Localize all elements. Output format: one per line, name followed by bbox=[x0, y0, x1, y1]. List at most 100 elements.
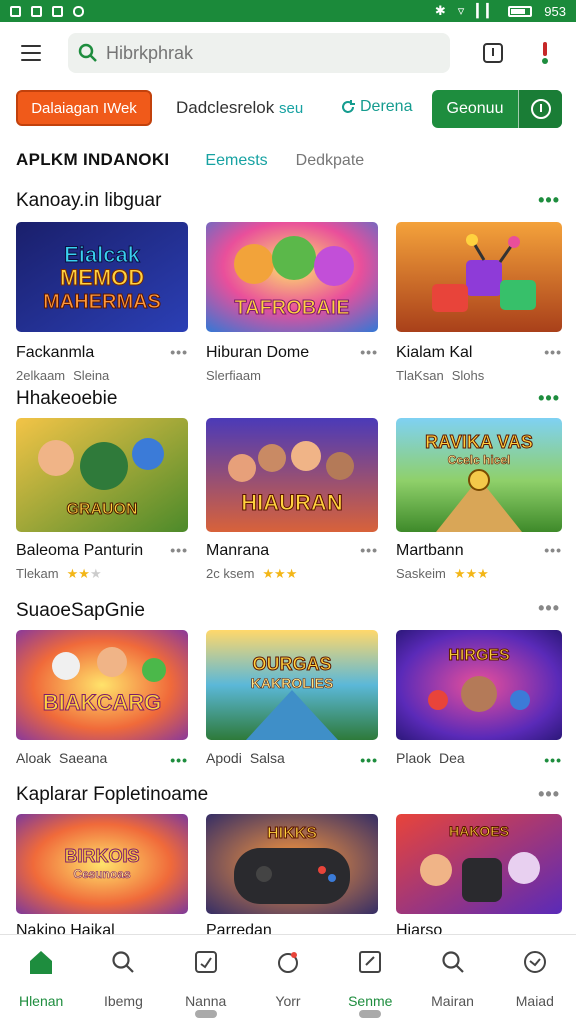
card-more-icon[interactable]: ••• bbox=[544, 542, 562, 558]
more-button[interactable]: ••• bbox=[538, 598, 560, 619]
game-meta: 2c ksem bbox=[206, 566, 255, 581]
game-thumbnail: Eialcak MEMOD MAHERMAS bbox=[16, 222, 188, 332]
tab-first[interactable]: Eemests bbox=[205, 152, 267, 170]
game-card[interactable]: OURGAS KAKROLIES ••• Apodi Salsa bbox=[206, 630, 378, 768]
tabs-heading: APLKM INDANOKI bbox=[16, 150, 170, 169]
info-icon[interactable] bbox=[518, 90, 562, 128]
nav-label: Maiad bbox=[515, 993, 554, 1009]
nav-label: Senme bbox=[348, 993, 393, 1009]
game-thumbnail: RAVIKA VAS Ccelc hicel bbox=[396, 418, 562, 532]
nav-item-note[interactable]: Senme bbox=[329, 935, 411, 1024]
game-card[interactable]: RAVIKA VAS Ccelc hicel Martbann ••• Sask… bbox=[396, 418, 562, 582]
notification-button[interactable] bbox=[478, 38, 508, 68]
card-more-icon[interactable]: ••• bbox=[544, 752, 562, 768]
game-card[interactable]: BIAKCARG ••• Aloak Saeana bbox=[16, 630, 188, 768]
game-card[interactable]: Eialcak MEMOD MAHERMAS Fackanmla ••• 2el… bbox=[16, 222, 188, 383]
battery-icon bbox=[508, 5, 533, 17]
profile-button[interactable] bbox=[530, 38, 560, 68]
nav-label: Yorr bbox=[275, 993, 301, 1009]
rating-stars: ★★★ bbox=[453, 566, 489, 581]
clock-icon bbox=[520, 947, 550, 977]
game-title: Martbann bbox=[396, 542, 464, 559]
more-button[interactable]: ••• bbox=[538, 784, 560, 805]
search-icon bbox=[108, 947, 138, 977]
game-card[interactable]: GRAUON Baleoma Panturin ••• Tlekam ★★★ bbox=[16, 418, 188, 582]
notification-icon bbox=[31, 5, 42, 17]
card-more-icon[interactable]: ••• bbox=[360, 542, 378, 558]
nav-item-search[interactable]: Ibemg bbox=[82, 935, 164, 1024]
game-card[interactable]: HIAURAN Manrana ••• 2c ksem ★★★ bbox=[206, 418, 378, 582]
game-thumbnail: GRAUON bbox=[16, 418, 188, 532]
alert-icon bbox=[542, 42, 548, 64]
nav-item-timer[interactable]: Yorr bbox=[247, 935, 329, 1024]
card-more-icon[interactable]: ••• bbox=[170, 542, 188, 558]
game-card[interactable]: TAFROBAIE Hiburan Dome ••• Slerfiaam bbox=[206, 222, 378, 383]
top-bar bbox=[0, 22, 576, 84]
game-card[interactable]: HAKOES Hiarso bbox=[396, 814, 562, 940]
search-input[interactable] bbox=[106, 42, 426, 64]
section-title: SuaoeSapGnie bbox=[16, 600, 145, 621]
game-thumbnail bbox=[396, 222, 562, 332]
game-title: Hiburan Dome bbox=[206, 344, 310, 361]
thumb-text: KAKROLIES bbox=[251, 675, 333, 691]
game-meta: Apodi bbox=[206, 750, 242, 766]
menu-button[interactable] bbox=[14, 36, 48, 70]
thumb-text: OURGAS bbox=[252, 654, 331, 674]
game-card[interactable]: Kialam Kal ••• TlaKsan Slohs bbox=[396, 222, 562, 383]
game-card[interactable]: HIRGES ••• Plaok Dea bbox=[396, 630, 562, 768]
thumb-text: BIRKOIS bbox=[64, 846, 139, 866]
section-title: Kanoay.in libguar bbox=[16, 190, 162, 211]
thumb-text: HIAURAN bbox=[241, 490, 342, 515]
game-thumbnail: HIAURAN bbox=[206, 418, 378, 532]
game-meta: Saeana bbox=[59, 750, 108, 766]
game-thumbnail: BIAKCARG bbox=[16, 630, 188, 740]
bluetooth-icon: ✱ bbox=[434, 3, 446, 18]
card-more-icon[interactable]: ••• bbox=[360, 344, 378, 360]
game-meta: Saskeim bbox=[396, 566, 446, 581]
game-thumbnail: HIKKS bbox=[206, 814, 378, 914]
rating-stars: ★★★ bbox=[262, 566, 298, 581]
game-meta: Aloak bbox=[16, 750, 52, 766]
primary-chip[interactable]: Dalaiagan IWek bbox=[16, 90, 152, 126]
more-button[interactable]: ••• bbox=[538, 190, 560, 211]
thumb-text: TAFROBAIE bbox=[234, 297, 349, 319]
nav-item-home[interactable]: Hlenan bbox=[0, 935, 82, 1024]
notification-icon bbox=[10, 5, 21, 17]
game-title: Baleoma Panturin bbox=[16, 542, 144, 559]
chip-link-label: Derena bbox=[360, 98, 413, 115]
home-icon bbox=[26, 947, 56, 977]
indicator-pill bbox=[359, 1010, 382, 1018]
section-title: Hhakeoebie bbox=[16, 388, 118, 409]
game-meta: Dea bbox=[439, 750, 465, 766]
nav-label: Nanna bbox=[185, 993, 227, 1009]
nav-item-card[interactable]: Nanna bbox=[165, 935, 247, 1024]
chip-link[interactable]: Derena bbox=[340, 98, 412, 116]
card-more-icon[interactable]: ••• bbox=[360, 752, 378, 768]
thumb-text: HIRGES bbox=[448, 647, 510, 664]
card-more-icon[interactable]: ••• bbox=[170, 344, 188, 360]
game-meta: Salsa bbox=[249, 750, 285, 766]
thumb-text: RAVIKA VAS bbox=[425, 432, 533, 452]
more-button[interactable]: ••• bbox=[538, 388, 560, 409]
chip-text-accent: seu bbox=[279, 100, 304, 117]
chip-text[interactable]: Dadclesrelok seu bbox=[176, 98, 303, 118]
search-icon bbox=[438, 947, 468, 977]
status-bar: ✱ ▿ ▎▎ 953 bbox=[0, 0, 576, 22]
thumb-text: BIAKCARG bbox=[43, 690, 162, 715]
card-more-icon[interactable]: ••• bbox=[544, 344, 562, 360]
game-card[interactable]: HIKKS Parredan bbox=[206, 814, 378, 940]
game-thumbnail: BIRKOIS Cesunoas bbox=[16, 814, 188, 914]
tab-second[interactable]: Dedkpate bbox=[296, 152, 365, 170]
card-more-icon[interactable]: ••• bbox=[170, 752, 188, 768]
green-action-button[interactable]: Geonuu bbox=[432, 90, 562, 128]
nav-item-search-2[interactable]: Mairan bbox=[411, 935, 493, 1024]
timer-icon bbox=[273, 947, 303, 977]
refresh-icon bbox=[342, 100, 355, 113]
thumb-text: GRAUON bbox=[66, 501, 137, 518]
game-card[interactable]: BIRKOIS Cesunoas Nakino Haikal bbox=[16, 814, 188, 940]
section-title: Kaplarar Fopletinoame bbox=[16, 784, 209, 805]
nav-item-clock[interactable]: Maiad bbox=[494, 935, 576, 1024]
thumb-text: HIKKS bbox=[267, 825, 317, 842]
search-bar[interactable] bbox=[68, 33, 450, 73]
game-title: Manrana bbox=[206, 542, 270, 559]
